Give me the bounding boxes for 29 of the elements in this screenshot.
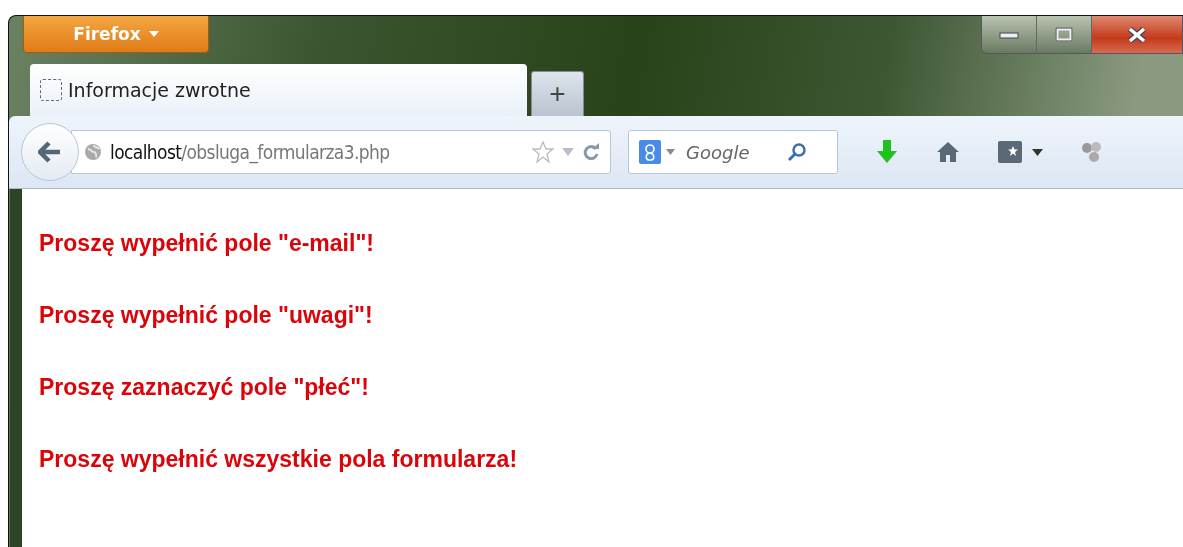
error-message: Proszę wypełnić pole "e-mail"!	[39, 229, 375, 258]
back-arrow-icon	[38, 141, 62, 163]
error-message: Proszę wypełnić pole "uwagi"!	[39, 301, 374, 330]
new-tab-button[interactable]: +	[531, 71, 584, 116]
address-bar[interactable]: localhost/obsluga_formularza3.php	[71, 130, 611, 174]
close-button[interactable]	[1092, 16, 1182, 53]
minimize-button[interactable]	[982, 16, 1037, 53]
home-icon[interactable]	[936, 140, 960, 164]
search-engine-icon[interactable]	[639, 140, 661, 164]
browser-tab[interactable]: Informacje zwrotne	[30, 64, 527, 116]
caret-icon	[148, 31, 159, 37]
search-field[interactable]: Google	[628, 130, 838, 174]
error-message: Proszę zaznaczyć pole "płeć"!	[39, 373, 370, 402]
addon-icon[interactable]	[1081, 141, 1103, 163]
reload-icon[interactable]	[582, 143, 600, 161]
search-icon[interactable]	[787, 142, 807, 162]
dropdown-icon[interactable]	[1032, 148, 1043, 156]
maximize-icon	[1055, 26, 1073, 43]
download-arrow-icon[interactable]	[876, 140, 898, 164]
bookmark-star-icon[interactable]	[532, 141, 554, 163]
maximize-button[interactable]	[1037, 16, 1092, 53]
search-input[interactable]: Google	[680, 141, 782, 163]
bookmarks-icon[interactable]	[998, 141, 1022, 163]
error-message: Proszę wypełnić wszystkie pola formularza!	[39, 445, 519, 474]
page-icon	[40, 79, 62, 101]
close-icon	[1127, 26, 1147, 43]
globe-icon	[84, 143, 102, 161]
url-text: localhost/obsluga_formularza3.php	[110, 141, 391, 163]
minimize-icon	[999, 30, 1019, 39]
